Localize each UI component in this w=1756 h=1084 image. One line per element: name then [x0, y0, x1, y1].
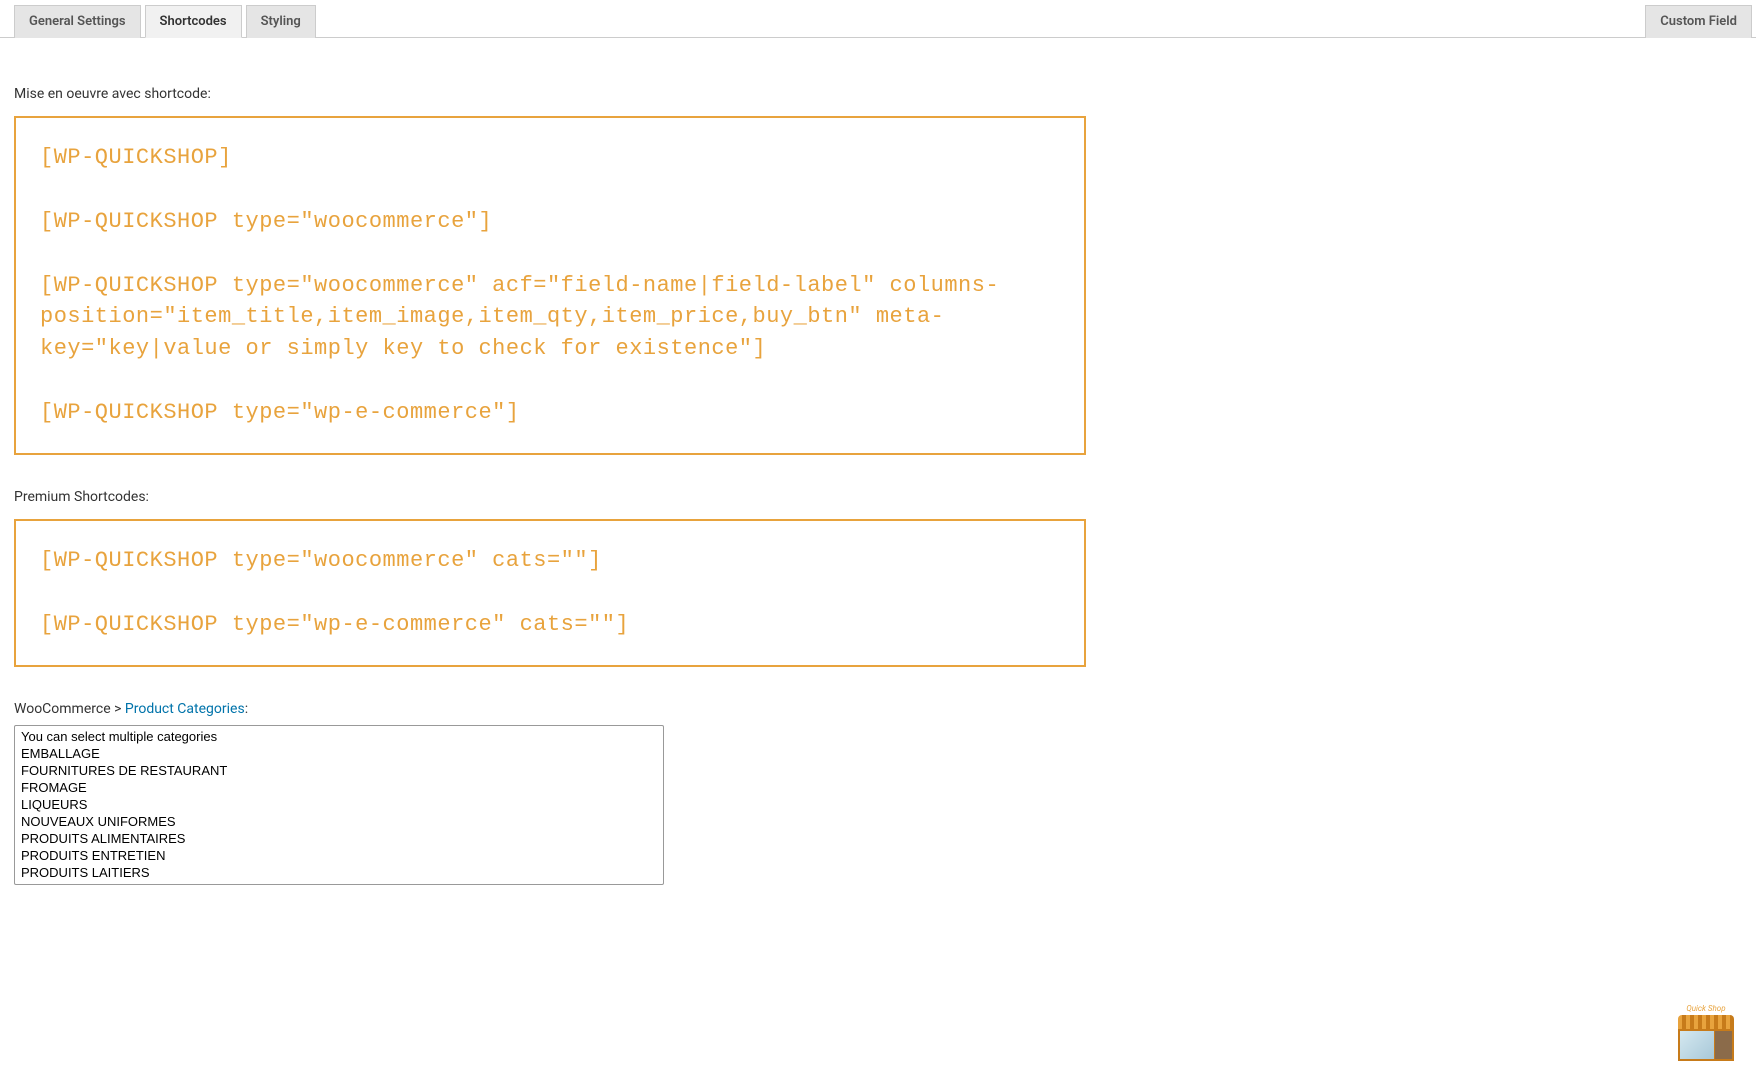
logo-window-icon — [1680, 1031, 1715, 1059]
shortcode-section-label: Mise en oeuvre avec shortcode: — [14, 86, 1086, 102]
category-option[interactable]: FROMAGE — [17, 779, 661, 796]
content-area: Mise en oeuvre avec shortcode: [WP-QUICK… — [0, 38, 1100, 899]
category-option[interactable]: NOUVEAUX UNIFORMES — [17, 813, 661, 830]
category-select[interactable]: You can select multiple categoriesEMBALL… — [14, 725, 664, 885]
tabs-left: General Settings Shortcodes Styling — [14, 4, 320, 37]
logo-door-icon — [1715, 1031, 1732, 1059]
category-option[interactable]: PRODUITS ENTRETIEN — [17, 847, 661, 864]
shortcode-code-box: [WP-QUICKSHOP] [WP-QUICKSHOP type="wooco… — [14, 116, 1086, 455]
category-option[interactable]: PRODUITS LAITIERS — [17, 864, 661, 881]
tab-general-settings[interactable]: General Settings — [14, 5, 141, 38]
category-option[interactable]: LIQUEURS — [17, 796, 661, 813]
tabs-bar: General Settings Shortcodes Styling Cust… — [0, 0, 1756, 38]
breadcrumb: WooCommerce > Product Categories: — [14, 701, 1086, 717]
quickshop-logo: Quick Shop — [1676, 1004, 1736, 1064]
premium-section-label: Premium Shortcodes: — [14, 489, 1086, 505]
breadcrumb-prefix: WooCommerce > — [14, 701, 125, 717]
logo-awning-icon — [1678, 1015, 1734, 1029]
category-option[interactable]: You can select multiple categories — [17, 728, 661, 745]
breadcrumb-link[interactable]: Product Categories — [125, 701, 245, 717]
logo-store-icon — [1678, 1029, 1734, 1061]
category-option[interactable]: PRODUITS ALIMENTAIRES — [17, 830, 661, 847]
premium-code-box: [WP-QUICKSHOP type="woocommerce" cats=""… — [14, 519, 1086, 667]
tab-shortcodes[interactable]: Shortcodes — [145, 5, 242, 38]
category-option[interactable]: FOURNITURES DE RESTAURANT — [17, 762, 661, 779]
tab-styling[interactable]: Styling — [246, 5, 316, 38]
breadcrumb-suffix: : — [245, 701, 248, 717]
tab-custom-field[interactable]: Custom Field — [1645, 5, 1752, 38]
category-option[interactable]: EMBALLAGE — [17, 745, 661, 762]
logo-text: Quick Shop — [1676, 1004, 1736, 1013]
